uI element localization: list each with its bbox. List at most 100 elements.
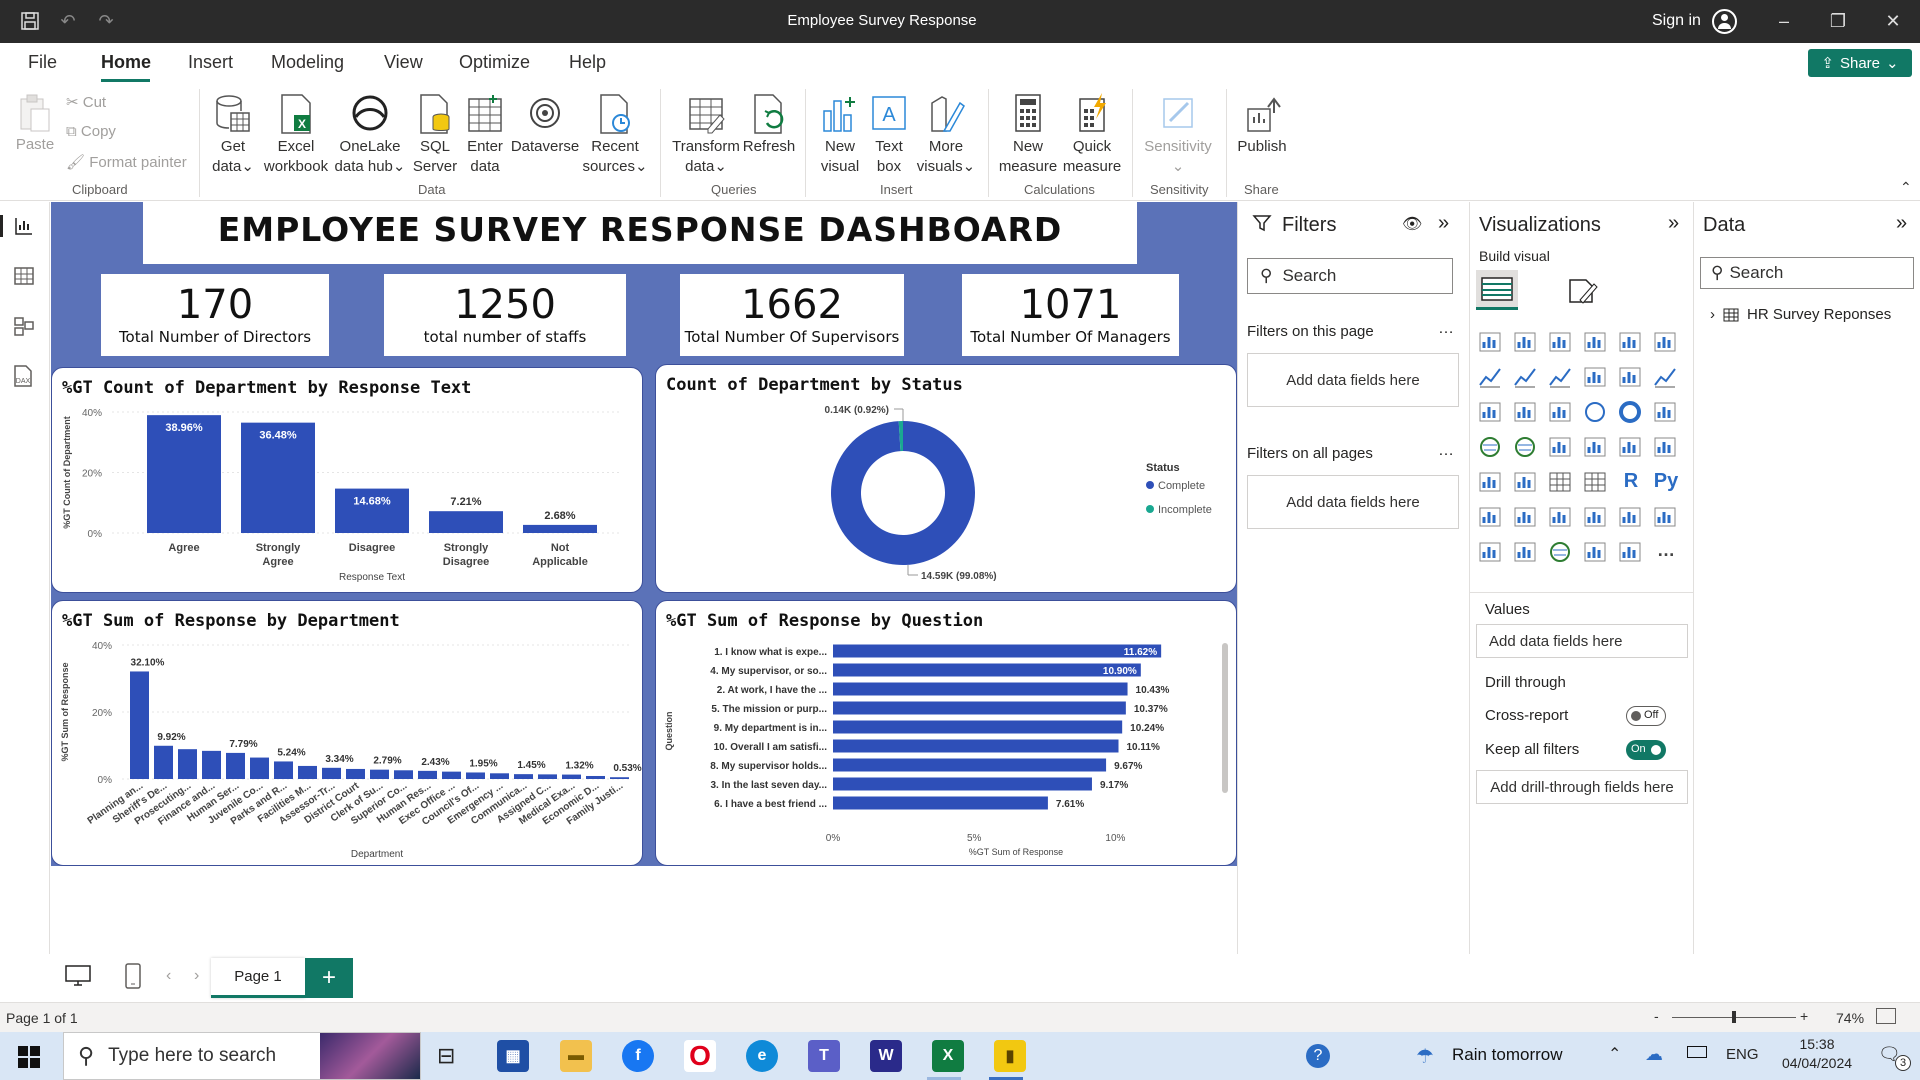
card-new-visual-icon[interactable] (1478, 540, 1504, 566)
stacked-column-visual-icon[interactable] (1513, 330, 1539, 356)
file-explorer-icon[interactable]: ▬ (560, 1040, 592, 1072)
get-data-button[interactable]: Get data⌄ (208, 93, 258, 177)
weather-text[interactable]: Rain tomorrow (1452, 1045, 1563, 1065)
collapse-data-icon[interactable]: » (1896, 212, 1907, 235)
menu-file[interactable]: File (28, 52, 57, 73)
table-view-icon[interactable] (14, 266, 34, 291)
onelake-button[interactable]: OneLake data hub⌄ (333, 93, 407, 177)
collapse-visualizations-icon[interactable]: » (1668, 212, 1679, 235)
more-options-icon[interactable]: … (1438, 320, 1454, 338)
multi-row-card-visual-icon[interactable] (1653, 435, 1679, 461)
slicer-new-visual-icon[interactable] (1513, 540, 1539, 566)
ribbon-visual-icon[interactable] (1653, 365, 1679, 391)
menu-help[interactable]: Help (569, 52, 606, 73)
more-visuals-button[interactable]: More visuals⌄ (914, 93, 978, 177)
azure-map-visual-icon[interactable] (1548, 435, 1574, 461)
close-icon[interactable]: ✕ (1881, 10, 1905, 32)
map-visual-icon[interactable] (1478, 435, 1504, 461)
minimize-icon[interactable]: – (1772, 10, 1796, 32)
dax-query-view-icon[interactable]: DAX (12, 364, 34, 393)
text-box-button[interactable]: A Text box (866, 93, 912, 177)
keep-filters-toggle[interactable]: On (1626, 740, 1666, 760)
100-bar-visual-icon[interactable] (1618, 330, 1644, 356)
enter-data-button[interactable]: Enter data (463, 93, 507, 177)
100-column-visual-icon[interactable] (1653, 330, 1679, 356)
task-view-icon[interactable]: ⊟ (437, 1043, 455, 1069)
paste-button[interactable]: Paste (14, 93, 56, 155)
teams-icon[interactable]: T (808, 1040, 840, 1072)
clustered-bar-visual-icon[interactable] (1548, 330, 1574, 356)
next-page-icon[interactable]: › (194, 967, 199, 985)
chevron-up-icon[interactable]: ⌃ (1608, 1044, 1621, 1064)
chart-scrollbar[interactable] (1222, 643, 1228, 793)
desktop-layout-icon[interactable] (65, 964, 91, 993)
page-tab-1[interactable]: Page 1 (211, 958, 305, 998)
collapse-filters-icon[interactable]: » (1438, 212, 1449, 235)
add-page-button[interactable]: + (305, 958, 353, 998)
kpi-card-directors[interactable]: 170 Total Number of Directors (101, 274, 329, 356)
menu-optimize[interactable]: Optimize (459, 52, 530, 73)
narrative-visual-icon[interactable] (1583, 505, 1609, 531)
dataverse-button[interactable]: Dataverse (510, 93, 580, 157)
recent-sources-button[interactable]: Recent sources⌄ (582, 93, 648, 177)
format-visual-tab[interactable] (1566, 276, 1600, 311)
arcgis-visual-icon[interactable] (1548, 540, 1574, 566)
cloud-icon[interactable]: ☁ (1645, 1044, 1663, 1065)
stacked-bar-visual-icon[interactable] (1478, 330, 1504, 356)
chart-response-text[interactable]: %GT Count of Department by Response Text… (51, 367, 643, 593)
values-well[interactable]: Add data fields here (1476, 624, 1688, 658)
maximize-icon[interactable]: ❐ (1826, 10, 1850, 32)
clock[interactable]: 15:38 04/04/2024 (1770, 1036, 1864, 1071)
kpi-card-staffs[interactable]: 1250 total number of staffs (384, 274, 626, 356)
decomposition-tree-visual-icon[interactable] (1513, 505, 1539, 531)
data-table-item[interactable]: › HR Survey Reponses (1710, 306, 1891, 323)
kpi-card-supervisors[interactable]: 1662 Total Number Of Supervisors (680, 274, 904, 356)
microsoft-store-icon[interactable]: ▦ (497, 1040, 529, 1072)
publish-button[interactable]: Publish (1234, 93, 1290, 157)
chart-department[interactable]: %GT Sum of Response by Department 40% 20%… (51, 600, 643, 866)
r-visual-visual-icon[interactable]: R (1618, 470, 1644, 496)
donut-visual-icon[interactable] (1618, 400, 1644, 426)
paginated-visual-icon[interactable] (1653, 505, 1679, 531)
eye-icon[interactable]: 👁 (1402, 214, 1422, 234)
matrix-visual-icon[interactable] (1583, 470, 1609, 496)
pie-visual-icon[interactable] (1583, 400, 1609, 426)
treemap-visual-icon[interactable] (1653, 400, 1679, 426)
language-indicator[interactable]: ENG (1726, 1046, 1759, 1063)
waterfall-visual-icon[interactable] (1478, 400, 1504, 426)
transform-data-button[interactable]: Transform data⌄ (670, 93, 742, 177)
sign-in-link[interactable]: Sign in (1652, 12, 1701, 30)
menu-home[interactable]: Home (101, 52, 151, 73)
help-icon[interactable]: ? (1306, 1044, 1330, 1068)
power-apps-visual-icon[interactable] (1583, 540, 1609, 566)
kpi-visual-icon[interactable] (1478, 470, 1504, 496)
share-button[interactable]: ⇪ Share ⌄ (1808, 49, 1912, 77)
collapse-ribbon-icon[interactable]: ⌃ (1900, 179, 1912, 196)
qa-visual-icon[interactable] (1548, 505, 1574, 531)
kpi-card-managers[interactable]: 1071 Total Number Of Managers (962, 274, 1179, 356)
slicer-visual-icon[interactable] (1513, 470, 1539, 496)
zoom-slider-thumb[interactable] (1731, 1011, 1736, 1023)
clustered-column-visual-icon[interactable] (1583, 330, 1609, 356)
goals-visual-icon[interactable] (1618, 505, 1644, 531)
battery-icon[interactable] (1687, 1046, 1707, 1058)
more-options-icon[interactable]: … (1438, 442, 1454, 460)
excel-taskbar-icon[interactable]: X (932, 1040, 964, 1072)
scatter-visual-icon[interactable] (1548, 400, 1574, 426)
line-visual-icon[interactable] (1478, 365, 1504, 391)
webex-icon[interactable]: W (870, 1040, 902, 1072)
new-visual-button[interactable]: New visual (815, 93, 865, 177)
prev-page-icon[interactable]: ‹ (166, 967, 171, 985)
excel-workbook-button[interactable]: X Excel workbook (262, 93, 330, 177)
filled-map-visual-icon[interactable] (1513, 435, 1539, 461)
chart-question[interactable]: %GT Sum of Response by Question 0% 5% 10% 1… (655, 600, 1237, 866)
account-icon[interactable] (1712, 9, 1737, 34)
sql-server-button[interactable]: SQL Server (412, 93, 458, 177)
edge-icon[interactable]: e (746, 1040, 778, 1072)
card-visual-icon[interactable] (1618, 435, 1644, 461)
opera-icon[interactable]: O (684, 1040, 716, 1072)
line-column-visual-icon[interactable] (1583, 365, 1609, 391)
mobile-layout-icon[interactable] (125, 963, 141, 994)
power-bi-taskbar-icon[interactable]: ▮ (994, 1040, 1026, 1072)
quick-measure-button[interactable]: Quick measure (1060, 93, 1124, 177)
